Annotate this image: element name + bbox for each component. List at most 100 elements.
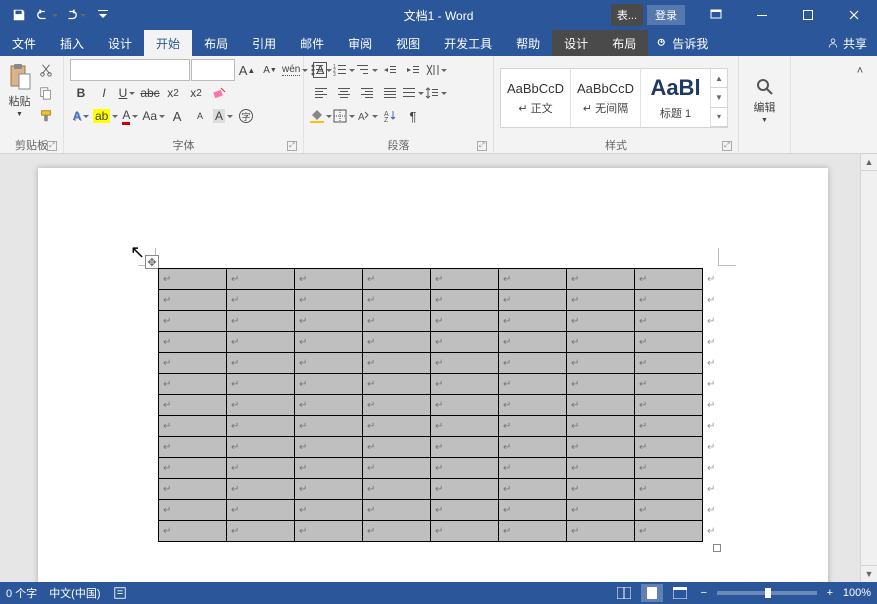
copy-button[interactable] — [35, 82, 57, 104]
paste-button[interactable]: 粘贴 ▼ — [6, 59, 33, 118]
table-cell[interactable]: ↵ — [363, 269, 431, 290]
table-cell[interactable]: ↵ — [635, 395, 703, 416]
table-cell[interactable]: ↵ — [499, 500, 567, 521]
subscript-button[interactable]: x2 — [162, 82, 184, 104]
table-cell[interactable]: ↵ — [431, 311, 499, 332]
table-cell[interactable]: ↵ — [567, 332, 635, 353]
table-cell[interactable]: ↵ — [159, 269, 227, 290]
share-button[interactable]: 共享 — [817, 30, 877, 56]
table-cell[interactable]: ↵ — [567, 353, 635, 374]
table-cell[interactable]: ↵ — [295, 479, 363, 500]
table-cell[interactable]: ↵ — [567, 374, 635, 395]
table-cell[interactable]: ↵ — [227, 311, 295, 332]
save-icon[interactable] — [6, 2, 32, 28]
enclose-characters-button[interactable]: 字 — [235, 105, 257, 127]
table-cell[interactable]: ↵ — [431, 479, 499, 500]
table-cell[interactable]: ↵ — [567, 500, 635, 521]
table-cell[interactable]: ↵ — [431, 332, 499, 353]
bold-button[interactable]: B — [70, 82, 92, 104]
table-cell[interactable]: ↵ — [363, 458, 431, 479]
table-cell[interactable]: ↵ — [635, 332, 703, 353]
table-cell[interactable]: ↵ — [295, 521, 363, 542]
table-cell[interactable]: ↵ — [635, 269, 703, 290]
cut-button[interactable] — [35, 59, 57, 81]
table-cell[interactable]: ↵ — [227, 290, 295, 311]
table-cell[interactable]: ↵ — [499, 269, 567, 290]
style-normal[interactable]: AaBbCcD↵ 正文 — [501, 69, 571, 127]
print-layout-button[interactable] — [641, 584, 663, 602]
table-cell[interactable]: ↵ — [567, 290, 635, 311]
table-cell[interactable]: ↵ — [499, 332, 567, 353]
format-painter-button[interactable] — [35, 105, 57, 127]
table-cell[interactable]: ↵ — [635, 500, 703, 521]
font-name-combo[interactable] — [70, 59, 190, 81]
styles-launcher[interactable]: ⤢ — [722, 141, 732, 151]
table-cell[interactable]: ↵ — [227, 458, 295, 479]
style-no-spacing[interactable]: AaBbCcD↵ 无间隔 — [571, 69, 641, 127]
tab-insert[interactable]: 插入 — [48, 30, 96, 56]
align-center-button[interactable] — [333, 82, 355, 104]
styles-gallery[interactable]: AaBbCcD↵ 正文 AaBbCcD↵ 无间隔 AaBl标题 1 ▲ ▼ ▾ — [500, 68, 728, 128]
document-table[interactable]: ↵↵↵↵↵↵↵↵↵↵↵↵↵↵↵↵↵↵↵↵↵↵↵↵↵↵↵↵↵↵↵↵↵↵↵↵↵↵↵↵… — [158, 268, 717, 542]
table-resize-handle[interactable] — [713, 544, 721, 552]
table-cell[interactable]: ↵ — [227, 353, 295, 374]
table-cell[interactable]: ↵ — [159, 332, 227, 353]
tab-mailings[interactable]: 邮件 — [288, 30, 336, 56]
undo-button[interactable] — [34, 2, 60, 28]
table-cell[interactable]: ↵ — [499, 374, 567, 395]
tab-references[interactable]: 引用 — [240, 30, 288, 56]
table-cell[interactable]: ↵ — [363, 332, 431, 353]
tab-home[interactable]: 开始 — [144, 30, 192, 56]
justify-button[interactable] — [379, 82, 401, 104]
table-cell[interactable]: ↵ — [159, 521, 227, 542]
change-case-button[interactable]: Aa — [142, 105, 165, 127]
table-cell[interactable]: ↵ — [635, 521, 703, 542]
zoom-out-button[interactable]: − — [697, 587, 711, 599]
table-cell[interactable]: ↵ — [499, 290, 567, 311]
table-cell[interactable]: ↵ — [431, 269, 499, 290]
web-layout-button[interactable] — [669, 584, 691, 602]
login-button[interactable]: 登录 — [647, 5, 685, 25]
editing-menu-button[interactable]: 编辑 ▼ — [745, 73, 784, 124]
table-cell[interactable]: ↵ — [499, 311, 567, 332]
italic-button[interactable]: I — [93, 82, 115, 104]
align-left-button[interactable] — [310, 82, 332, 104]
table-cell[interactable]: ↵ — [363, 353, 431, 374]
table-cell[interactable]: ↵ — [227, 500, 295, 521]
table-cell[interactable]: ↵ — [159, 395, 227, 416]
table-cell[interactable]: ↵ — [295, 332, 363, 353]
tab-review[interactable]: 审阅 — [336, 30, 384, 56]
table-cell[interactable]: ↵ — [295, 311, 363, 332]
table-cell[interactable]: ↵ — [499, 395, 567, 416]
table-cell[interactable]: ↵ — [431, 500, 499, 521]
maximize-button[interactable] — [785, 0, 831, 30]
table-cell[interactable]: ↵ — [363, 500, 431, 521]
tab-table-layout[interactable]: 布局 — [600, 30, 648, 56]
gallery-up-button[interactable]: ▲ — [711, 69, 727, 88]
table-cell[interactable]: ↵ — [295, 458, 363, 479]
zoom-slider[interactable] — [717, 591, 817, 595]
gallery-more-button[interactable]: ▾ — [711, 108, 727, 127]
table-cell[interactable]: ↵ — [159, 479, 227, 500]
table-cell[interactable]: ↵ — [635, 458, 703, 479]
table-cell[interactable]: ↵ — [431, 458, 499, 479]
table-cell[interactable]: ↵ — [227, 395, 295, 416]
table-cell[interactable]: ↵ — [431, 374, 499, 395]
table-cell[interactable]: ↵ — [635, 290, 703, 311]
collapse-ribbon-button[interactable]: ˄ — [849, 60, 871, 82]
zoom-level[interactable]: 100% — [843, 587, 871, 599]
tab-developer[interactable]: 开发工具 — [432, 30, 504, 56]
table-cell[interactable]: ↵ — [567, 395, 635, 416]
table-cell[interactable]: ↵ — [295, 500, 363, 521]
strikethrough-button[interactable]: abc — [139, 82, 161, 104]
table-cell[interactable]: ↵ — [499, 437, 567, 458]
show-formatting-button[interactable]: ¶ — [402, 105, 424, 127]
table-cell[interactable]: ↵ — [363, 437, 431, 458]
table-cell[interactable]: ↵ — [363, 374, 431, 395]
table-cell[interactable]: ↵ — [159, 374, 227, 395]
table-cell[interactable]: ↵ — [295, 290, 363, 311]
vertical-scrollbar[interactable]: ▲ ▼ — [860, 154, 877, 582]
close-button[interactable] — [831, 0, 877, 30]
table-cell[interactable]: ↵ — [431, 437, 499, 458]
table-cell[interactable]: ↵ — [567, 311, 635, 332]
